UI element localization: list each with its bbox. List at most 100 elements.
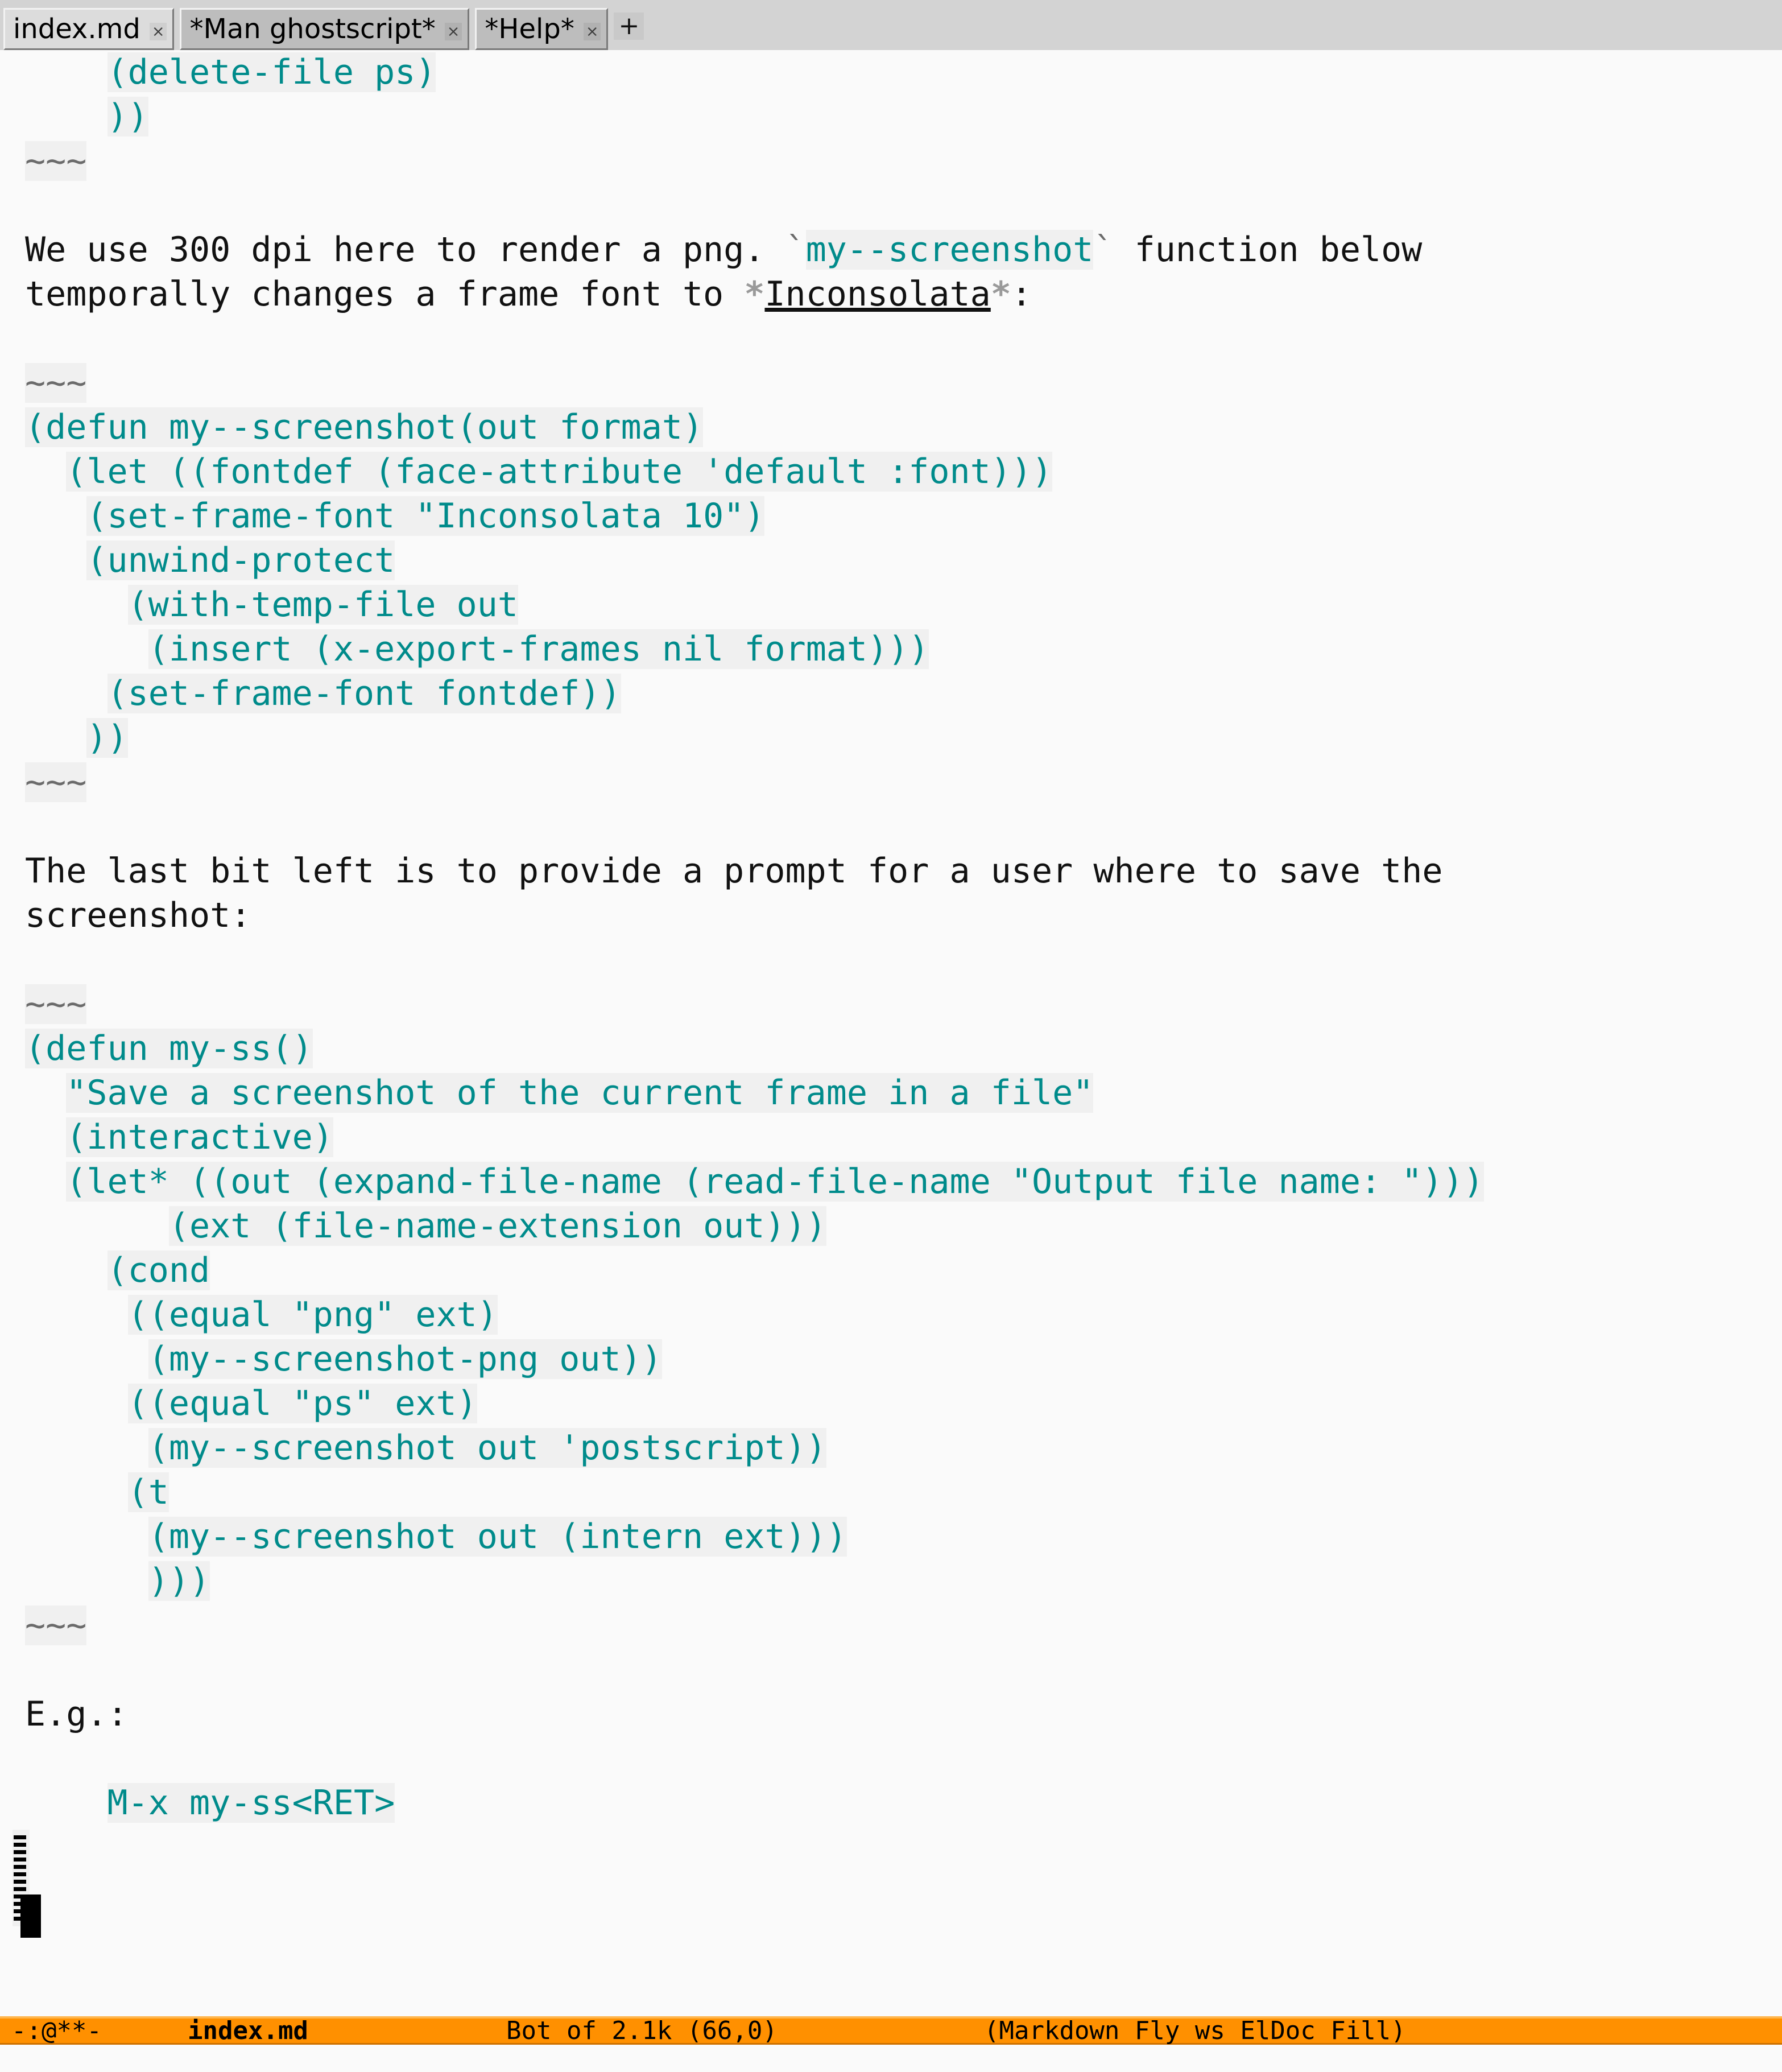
text-span-fence: ~~~ <box>25 1605 87 1645</box>
fringe-dash <box>14 1850 26 1854</box>
text-span-fence: ~~~ <box>25 762 87 802</box>
buffer-line: ~~~ <box>25 760 1782 804</box>
text-span-tick: ` <box>1093 230 1114 270</box>
text-span-em: Inconsolata <box>764 274 991 314</box>
left-fringe <box>0 50 17 2016</box>
buffer-line: temporally changes a frame font to *Inco… <box>25 272 1782 316</box>
fringe-dash <box>14 1835 26 1839</box>
new-tab-button[interactable]: + <box>614 13 644 40</box>
buffer-line: screenshot: <box>25 893 1782 938</box>
text-span-code: (with-temp-file out <box>127 585 518 625</box>
text-span-code: (set-frame-font "Inconsolata 10") <box>86 496 765 536</box>
text-span-code: (insert (x-export-frames nil format))) <box>148 629 929 669</box>
text-span-code: )) <box>107 97 148 137</box>
buffer-line: ((equal "ps" ext) <box>25 1381 1782 1426</box>
buffer-line: (my--screenshot out (intern ext))) <box>25 1514 1782 1559</box>
tab-help[interactable]: *Help* × <box>475 8 609 50</box>
text-span-code: (my--screenshot out (intern ext))) <box>148 1517 847 1557</box>
text-span-code: (defun my-ss() <box>25 1029 313 1068</box>
buffer-line: ~~~ <box>25 982 1782 1026</box>
buffer-line: M-x my-ss<RET> <box>25 1781 1782 1825</box>
buffer-line: (set-frame-font "Inconsolata 10") <box>25 494 1782 538</box>
text-span-code: (cond <box>107 1250 210 1290</box>
mode-line-flags: -:@**- <box>11 2016 102 2045</box>
fringe-dash <box>14 1858 26 1862</box>
buffer-text-area[interactable]: (delete-file ps) )) ~~~ We use 300 dpi her… <box>17 50 1782 2016</box>
close-icon[interactable]: × <box>149 22 167 40</box>
buffer-line <box>25 1736 1782 1781</box>
tab-bar: index.md × *Man ghostscript* × *Help* × + <box>0 0 1782 50</box>
text-span-code: (delete-file ps) <box>107 52 436 92</box>
buffer-line: ))) <box>25 1559 1782 1603</box>
buffer-line: (let* ((out (expand-file-name (read-file… <box>25 1159 1782 1204</box>
text-span-code: (interactive) <box>66 1117 333 1157</box>
mode-line[interactable]: -:@**- index.md Bot of 2.1k (66,0) (Mark… <box>0 2016 1782 2045</box>
text-span-plain: We use 300 dpi here to render a png. <box>25 230 785 270</box>
mode-line-modes: (Markdown Fly ws ElDoc Fill) <box>984 2016 1406 2045</box>
text-span-code: (defun my--screenshot(out format) <box>25 407 704 447</box>
buffer-line: (unwind-protect <box>25 538 1782 583</box>
buffer-line: (interactive) <box>25 1115 1782 1159</box>
tab-man-ghostscript[interactable]: *Man ghostscript* × <box>180 8 470 50</box>
text-span-fence: ~~~ <box>25 363 87 403</box>
mode-line-position: Bot of 2.1k (66,0) <box>506 2016 778 2045</box>
buffer-line: (cond <box>25 1248 1782 1293</box>
buffer-window: (delete-file ps) )) ~~~ We use 300 dpi her… <box>0 50 1782 2016</box>
fringe-dash <box>14 1872 26 1876</box>
close-icon[interactable]: × <box>444 22 462 40</box>
fringe-dash <box>14 1843 26 1847</box>
close-icon[interactable]: × <box>583 22 601 40</box>
text-span-code: M-x my-ss<RET> <box>107 1783 395 1823</box>
text-span-code: (set-frame-font fontdef)) <box>107 674 621 713</box>
buffer-line <box>25 1825 1782 1869</box>
text-span-code: ((equal "ps" ext) <box>127 1384 477 1423</box>
buffer-line: (delete-file ps) <box>25 50 1782 94</box>
buffer-line: ~~~ <box>25 1603 1782 1648</box>
text-span-code: (let ((fontdef (face-attribute 'default … <box>66 452 1053 492</box>
text-span-code: ((equal "png" ext) <box>127 1295 498 1335</box>
text-span-code: (my--screenshot out 'postscript)) <box>148 1428 826 1468</box>
buffer-line <box>25 316 1782 361</box>
text-span-code: (let* ((out (expand-file-name (read-file… <box>66 1162 1484 1202</box>
buffer-line: (t <box>25 1470 1782 1514</box>
text-span-emmark: * <box>744 274 765 314</box>
text-span-plain: The last bit left is to provide a prompt… <box>25 851 1443 891</box>
buffer-line <box>25 938 1782 982</box>
fringe-dash <box>14 1880 26 1884</box>
buffer-line: (let ((fontdef (face-attribute 'default … <box>25 449 1782 494</box>
text-span-inline: my--screenshot <box>805 230 1094 270</box>
tab-index-md[interactable]: index.md × <box>3 8 175 50</box>
text-span-plain: : <box>1011 274 1032 314</box>
text-span-code: (my--screenshot-png out)) <box>148 1339 662 1379</box>
text-span-code: (t <box>127 1472 169 1512</box>
tab-label: index.md <box>13 13 140 45</box>
buffer-line: (my--screenshot-png out)) <box>25 1337 1782 1381</box>
fringe-dash <box>14 1887 26 1891</box>
buffer-line: ~~~ <box>25 139 1782 183</box>
text-span-fence: ~~~ <box>25 984 87 1024</box>
buffer-line: ~~~ <box>25 361 1782 405</box>
mode-line-buffer-name: index.md <box>188 2016 308 2045</box>
text-cursor <box>20 1894 41 1938</box>
text-span-tick: ` <box>785 230 806 270</box>
text-span-code: (unwind-protect <box>86 540 395 580</box>
buffer-line <box>25 804 1782 849</box>
buffer-line: (defun my-ss() <box>25 1026 1782 1071</box>
